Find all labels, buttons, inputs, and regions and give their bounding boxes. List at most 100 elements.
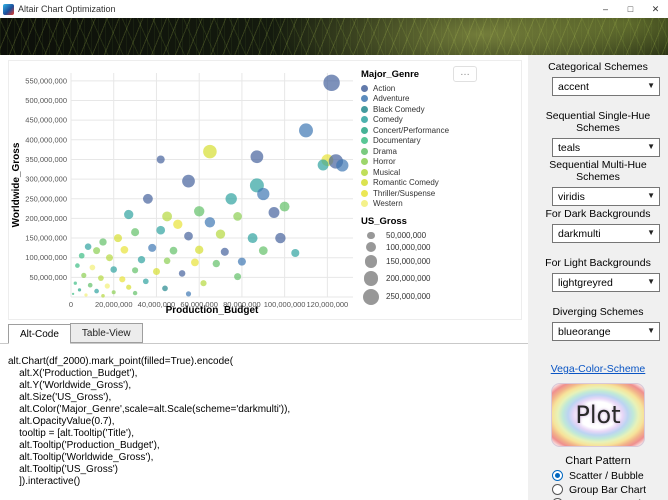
legend-item-black-comedy[interactable]: Black Comedy (361, 104, 517, 115)
scatter-point[interactable] (148, 244, 156, 252)
minimize-button[interactable]: – (593, 0, 618, 18)
scatter-point[interactable] (336, 159, 348, 171)
scatter-point[interactable] (205, 217, 215, 227)
scatter-point[interactable] (143, 194, 153, 204)
scatter-point[interactable] (251, 150, 264, 163)
chart-options-menu-button[interactable]: … (453, 66, 477, 82)
scatter-point[interactable] (143, 278, 149, 284)
scatter-point[interactable] (299, 123, 313, 137)
legend-item-thriller-suspense[interactable]: Thriller/Suspense (361, 188, 517, 199)
legend-item-concert-performance[interactable]: Concert/Performance (361, 125, 517, 136)
chevron-down-icon[interactable]: ▼ (647, 81, 655, 90)
chevron-down-icon[interactable]: ▼ (647, 277, 655, 286)
scatter-point[interactable] (93, 247, 100, 254)
vega-color-scheme-link[interactable]: Vega-Color-Scheme (528, 363, 668, 375)
scatter-point[interactable] (269, 207, 280, 218)
scatter-point[interactable] (216, 229, 225, 238)
scatter-point[interactable] (162, 286, 168, 292)
scatter-point[interactable] (200, 280, 206, 286)
scatter-point[interactable] (75, 263, 80, 268)
dropdown-sequential-multi-hue-schemes[interactable]: viridis▼ (552, 187, 660, 206)
scatter-point[interactable] (233, 212, 242, 221)
dropdown-for-dark-backgrounds[interactable]: darkmulti▼ (552, 224, 660, 243)
radio-button[interactable] (552, 470, 563, 481)
legend-item-musical[interactable]: Musical (361, 167, 517, 178)
tab-alt-code[interactable]: Alt-Code (8, 324, 71, 344)
scatter-point[interactable] (121, 246, 129, 254)
scatter-point[interactable] (234, 273, 241, 280)
scatter-point[interactable] (195, 246, 203, 254)
scatter-point[interactable] (131, 228, 139, 236)
scatter-point[interactable] (257, 188, 269, 200)
altair-code-view[interactable]: alt.Chart(df_2000).mark_point(filled=Tru… (0, 344, 528, 500)
scatter-point[interactable] (106, 254, 113, 261)
scatter-point[interactable] (110, 266, 117, 273)
scatter-point[interactable] (291, 249, 299, 257)
scatter-point[interactable] (112, 290, 116, 294)
scatter-point[interactable] (164, 258, 171, 265)
scatter-point[interactable] (79, 253, 85, 259)
scatter-point[interactable] (119, 276, 125, 282)
scatter-point[interactable] (85, 243, 92, 250)
scatter-point[interactable] (156, 226, 165, 235)
scatter-point[interactable] (194, 206, 204, 216)
legend-item-action[interactable]: Action (361, 83, 517, 94)
scatter-point[interactable] (133, 291, 137, 295)
scatter-point[interactable] (153, 268, 160, 275)
scatter-point[interactable] (186, 291, 191, 296)
scatter-point[interactable] (138, 256, 145, 263)
scatter-point[interactable] (81, 273, 86, 278)
scatter-point[interactable] (318, 160, 329, 171)
chevron-down-icon[interactable]: ▼ (647, 228, 655, 237)
scatter-point[interactable] (173, 220, 182, 229)
radio-button[interactable] (552, 484, 563, 495)
scatter-point[interactable] (88, 283, 93, 288)
dropdown-sequential-single-hue-schemes[interactable]: teals▼ (552, 138, 660, 157)
scatter-point[interactable] (101, 294, 105, 298)
scatter-point[interactable] (99, 238, 106, 245)
scatter-point[interactable] (280, 202, 290, 212)
radio-option-group-bar-chart[interactable]: Group Bar Chart (552, 484, 668, 495)
scatter-point[interactable] (184, 232, 193, 241)
scatter-point[interactable] (124, 210, 133, 219)
scatter-point[interactable] (238, 258, 246, 266)
scatter-point[interactable] (90, 265, 96, 271)
radio-option-scatter-bubble[interactable]: Scatter / Bubble (552, 470, 668, 481)
dropdown-categorical-schemes[interactable]: accent▼ (552, 77, 660, 96)
legend-item-drama[interactable]: Drama (361, 146, 517, 157)
scatter-point[interactable] (78, 288, 81, 291)
scatter-point[interactable] (213, 260, 220, 267)
close-button[interactable]: ✕ (643, 0, 668, 18)
scatter-point[interactable] (226, 193, 237, 204)
legend-item-horror[interactable]: Horror (361, 157, 517, 168)
chevron-down-icon[interactable]: ▼ (647, 326, 655, 335)
tab-table-view[interactable]: Table-View (70, 323, 143, 343)
dropdown-diverging-schemes[interactable]: blueorange▼ (552, 322, 660, 341)
scatter-point[interactable] (98, 275, 104, 281)
legend-item-adventure[interactable]: Adventure (361, 94, 517, 105)
scatter-point[interactable] (323, 75, 339, 91)
scatter-point[interactable] (179, 270, 186, 277)
legend-item-romantic-comedy[interactable]: Romantic Comedy (361, 178, 517, 189)
legend-item-comedy[interactable]: Comedy (361, 115, 517, 126)
scatter-point[interactable] (170, 247, 178, 255)
scatter-point[interactable] (221, 248, 229, 256)
chevron-down-icon[interactable]: ▼ (647, 191, 655, 200)
scatter-point[interactable] (132, 267, 138, 273)
scatter-point[interactable] (72, 293, 74, 295)
scatter-point[interactable] (84, 293, 87, 296)
scatter-point[interactable] (248, 233, 258, 243)
scatter-point[interactable] (126, 285, 131, 290)
scatter-point[interactable] (191, 259, 199, 267)
chevron-down-icon[interactable]: ▼ (647, 142, 655, 151)
scatter-point[interactable] (114, 234, 122, 242)
scatter-point[interactable] (94, 289, 99, 294)
scatter-point[interactable] (259, 246, 268, 255)
maximize-button[interactable]: □ (618, 0, 643, 18)
scatter-point[interactable] (275, 233, 285, 243)
scatter-point[interactable] (74, 282, 77, 285)
legend-item-western[interactable]: Western (361, 199, 517, 210)
scatter-point[interactable] (157, 155, 165, 163)
scatter-point[interactable] (203, 145, 217, 159)
scatter-point[interactable] (182, 175, 195, 188)
